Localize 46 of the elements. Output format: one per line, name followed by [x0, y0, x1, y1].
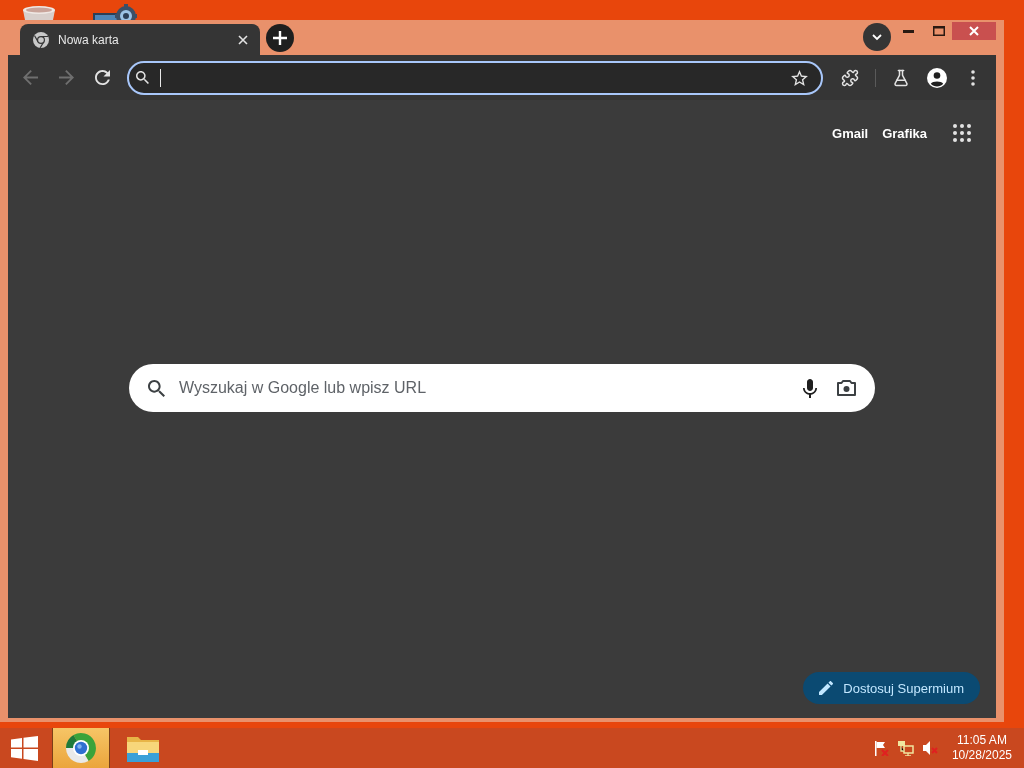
arrow-right-icon — [58, 70, 74, 85]
voice-search-button[interactable] — [803, 378, 817, 398]
bin-icon[interactable] — [20, 4, 58, 20]
close-icon — [969, 26, 979, 36]
puzzle-icon — [841, 68, 859, 87]
close-window-button[interactable] — [952, 22, 996, 40]
search-icon — [148, 379, 165, 397]
minimize-icon — [903, 29, 914, 33]
browser-tab[interactable]: Nowa karta — [20, 24, 260, 55]
camera-icon — [837, 380, 856, 396]
customize-button[interactable]: Dostosuj Supermium — [803, 672, 980, 704]
header-link[interactable]: Grafika — [882, 125, 927, 141]
tab-title: Nowa karta — [58, 32, 120, 47]
search-bar[interactable]: Wyszukaj w Google lub wpisz URL — [129, 364, 875, 412]
address-field[interactable] — [127, 60, 823, 95]
image-search-button[interactable] — [837, 380, 856, 396]
browser-logo-icon — [65, 732, 97, 764]
more-vertical-icon — [971, 69, 975, 86]
search-input[interactable]: Wyszukaj w Google lub wpisz URL — [179, 377, 793, 399]
close-icon — [238, 34, 248, 45]
apps-grid-icon — [953, 124, 971, 142]
reload-icon — [94, 70, 110, 85]
pencil-icon — [819, 681, 834, 695]
clock-date[interactable]: 10/28/2025 — [951, 748, 1012, 763]
star-icon — [790, 69, 808, 86]
tab-search-button[interactable] — [863, 23, 891, 51]
network-icon[interactable] — [896, 740, 914, 756]
microphone-icon — [803, 378, 817, 398]
maximize-icon — [933, 26, 945, 36]
search-icon — [136, 71, 149, 84]
apps-button[interactable] — [953, 124, 971, 142]
speaker-muted-icon[interactable] — [921, 740, 938, 756]
new-tab-button[interactable] — [266, 24, 294, 52]
arrow-left-icon — [22, 70, 38, 85]
text-cursor — [160, 68, 161, 87]
clock-time[interactable]: 11:05 AM — [957, 733, 1007, 748]
bookmark-button[interactable] — [790, 68, 808, 87]
chevron-down-icon — [872, 33, 882, 41]
flask-icon — [892, 68, 910, 87]
windows-logo-icon — [10, 735, 38, 761]
plus-icon — [273, 31, 287, 45]
avatar-icon — [927, 67, 947, 88]
taskbar-app-button[interactable] — [52, 728, 110, 768]
flag-icon[interactable] — [872, 740, 889, 756]
header-link[interactable]: Gmail — [832, 125, 869, 141]
browser-logo-icon — [33, 31, 49, 48]
